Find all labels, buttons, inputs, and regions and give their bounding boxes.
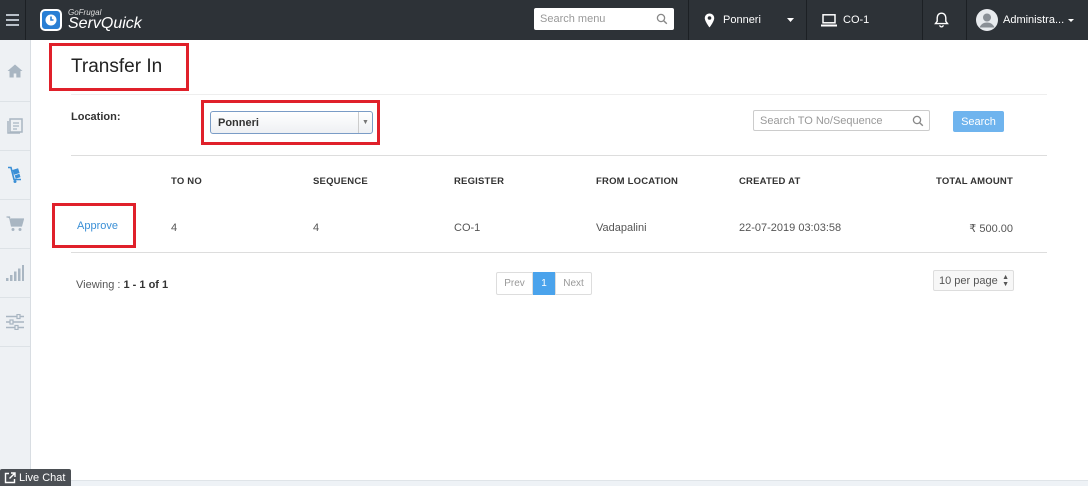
bell-icon [934, 12, 949, 28]
cell-from-location: Vadapalini [596, 222, 647, 234]
search-icon[interactable] [912, 115, 924, 127]
sidebar-item-cart[interactable] [0, 200, 30, 249]
per-page-value: 10 per page [939, 274, 998, 287]
column-header-total-amount: TOTAL AMOUNT [936, 176, 1013, 187]
page-title-highlight: Transfer In [49, 43, 189, 91]
sidebar-item-transfer[interactable] [0, 151, 30, 200]
per-page-select[interactable]: 10 per page ▲ ▼ [933, 270, 1014, 291]
brand-name: ServQuick [68, 14, 142, 32]
search-button[interactable]: Search [953, 111, 1004, 132]
avatar-icon [976, 9, 998, 31]
prev-page-button[interactable]: Prev [496, 272, 533, 295]
page-title: Transfer In [71, 56, 163, 77]
divider [71, 155, 1047, 156]
user-name: Administra... [1003, 14, 1065, 26]
search-menu-input[interactable] [540, 13, 650, 25]
next-page-button[interactable]: Next [555, 272, 592, 295]
sidebar-item-reports[interactable] [0, 249, 30, 298]
sidebar-item-home[interactable] [0, 40, 30, 102]
computer-icon [821, 13, 837, 26]
live-chat-button[interactable]: Live Chat [0, 469, 71, 486]
column-header-created-at: CREATED AT [739, 176, 801, 187]
live-chat-label: Live Chat [19, 471, 66, 484]
sidebar-item-catalog[interactable] [0, 102, 30, 151]
divider [966, 0, 967, 40]
search-to-input[interactable] [760, 114, 910, 127]
current-location: Ponneri [723, 14, 761, 26]
user-menu[interactable]: Administra... [976, 0, 1075, 40]
register-switcher[interactable]: CO-1 [821, 0, 869, 40]
viewing-range: 1 - 1 of 1 [123, 279, 169, 291]
approve-link[interactable]: Approve [77, 220, 118, 232]
column-header-from-location: FROM LOCATION [596, 176, 679, 187]
cell-sequence: 4 [313, 222, 320, 234]
cart-icon [6, 216, 24, 231]
search-icon[interactable] [656, 13, 668, 25]
approve-highlight: Approve [52, 203, 136, 248]
clock-logo-icon [40, 9, 62, 31]
divider [688, 0, 689, 40]
catalog-icon [7, 118, 23, 134]
column-header-register: REGISTER [454, 176, 505, 187]
location-select[interactable]: Ponneri ▼ [210, 111, 373, 134]
divider [71, 94, 1047, 95]
top-bar: GoFrugal ServQuick Ponneri CO-1 Administ… [0, 0, 1088, 40]
current-register: CO-1 [843, 14, 870, 26]
home-icon [7, 64, 23, 77]
column-header-to-no: TO NO [171, 176, 202, 187]
pagination: Prev 1 Next [496, 272, 592, 295]
viewing-summary: Viewing : 1 - 1 of 1 [76, 279, 168, 291]
search-menu-field[interactable] [534, 8, 674, 30]
page-1-button[interactable]: 1 [533, 272, 555, 295]
location-label: Location: [71, 111, 121, 123]
external-link-icon [4, 471, 16, 483]
sidebar-item-settings[interactable] [0, 298, 30, 347]
main-content: Transfer In Location: Ponneri ▼ Search T… [31, 40, 1088, 480]
hamburger-menu-icon[interactable] [0, 0, 26, 40]
viewing-label: Viewing : [76, 279, 124, 291]
column-header-sequence: SEQUENCE [313, 176, 368, 187]
divider [806, 0, 807, 40]
stepper-arrows-icon: ▲ ▼ [1002, 274, 1009, 288]
cell-total-amount: ₹ 500.00 [969, 223, 1013, 235]
bottom-strip [31, 480, 1088, 486]
sidebar [0, 40, 31, 486]
location-select-value: Ponneri [218, 116, 259, 129]
map-pin-icon [704, 13, 715, 27]
location-select-highlight: Ponneri ▼ [201, 100, 380, 145]
cell-to-no: 4 [171, 222, 178, 234]
trolley-icon [8, 166, 21, 183]
caret-down-icon [1068, 18, 1075, 22]
sliders-icon [6, 314, 24, 330]
location-switcher[interactable]: Ponneri [704, 0, 794, 40]
cell-register: CO-1 [454, 222, 481, 234]
signal-bars-icon [6, 265, 24, 281]
app-logo[interactable]: GoFrugal ServQuick [40, 0, 142, 40]
divider [71, 252, 1047, 253]
caret-down-icon [786, 18, 794, 22]
search-to-field[interactable] [753, 110, 930, 131]
notifications-button[interactable] [934, 0, 949, 40]
dropdown-arrow-icon[interactable]: ▼ [358, 112, 372, 133]
cell-created-at: 22-07-2019 03:03:58 [739, 222, 842, 234]
divider [922, 0, 923, 40]
